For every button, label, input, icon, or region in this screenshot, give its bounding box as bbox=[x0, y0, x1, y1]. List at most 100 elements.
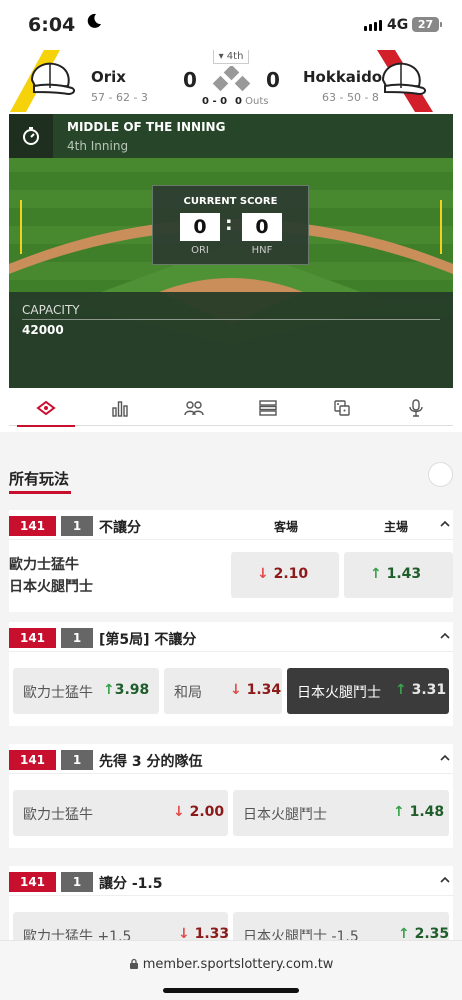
market-title: 不讓分 bbox=[99, 520, 141, 536]
game-tabbar bbox=[9, 390, 453, 427]
selection-name: 和局 bbox=[174, 685, 202, 701]
inning-indicator: ▾ 4th bbox=[213, 50, 249, 64]
away-column-header: 客場 bbox=[274, 520, 299, 534]
home-column-header: 主場 bbox=[384, 520, 409, 534]
selection-name: 歐力士猛牛 bbox=[23, 807, 93, 823]
field-icon bbox=[36, 400, 56, 416]
game-number-badge: 1 bbox=[61, 516, 93, 536]
section-toggle[interactable] bbox=[428, 462, 453, 487]
divider bbox=[22, 319, 440, 320]
odds-button-draw[interactable]: 和局 ↓ 1.34 bbox=[164, 668, 282, 714]
inning-state-bar: MIDDLE OF THE INNING 4th Inning bbox=[9, 114, 453, 158]
selection-name: 日本火腿鬥士 bbox=[297, 685, 381, 701]
odds-button-away[interactable]: 歐力士猛牛 ↑3.98 bbox=[13, 668, 159, 714]
odds-value: ↑ 3.31 bbox=[395, 682, 447, 698]
game-number-badge: 1 bbox=[61, 750, 93, 770]
market-card-5th-inning: 141 1 [第5局] 不讓分 歐力士猛牛 ↑3.98 和局 ↓ 1.34 日本… bbox=[9, 622, 453, 726]
chevron-up-icon[interactable] bbox=[439, 874, 451, 886]
odds-button-home-selected[interactable]: 日本火腿鬥士 ↑ 3.31 bbox=[287, 668, 449, 714]
timer-icon bbox=[9, 114, 53, 158]
score-header: Orix 57 - 62 - 3 0 ▾ 4th 0 - 0 0 Outs 0 … bbox=[0, 50, 462, 114]
odds-value: ↓ 2.10 bbox=[257, 566, 309, 582]
section-title: 所有玩法 bbox=[9, 470, 70, 488]
market-card-first-to-3: 141 1 先得 3 分的隊伍 歐力士猛牛 ↓ 2.00 日本火腿鬥士 ↑ 1.… bbox=[9, 744, 453, 848]
current-score-box: CURRENT SCORE 0 : 0 ORI HNF bbox=[152, 185, 309, 265]
market-title: 讓分 -1.5 bbox=[99, 876, 163, 892]
tab-dice[interactable] bbox=[305, 390, 379, 426]
league-code-badge: 141 bbox=[9, 750, 56, 770]
market-card-moneyline: 141 1 不讓分 客場 主場 歐力士猛牛 日本火腿鬥士 ↓ 2.10 ↑ 1.… bbox=[9, 510, 453, 612]
home-score: 0 bbox=[266, 68, 280, 92]
capacity-panel: CAPACITY 42000 bbox=[9, 292, 453, 388]
away-team-record: 57 - 62 - 3 bbox=[91, 91, 148, 104]
market-header[interactable]: 141 1 [第5局] 不讓分 bbox=[9, 622, 453, 652]
score-separator: : bbox=[225, 213, 233, 235]
chevron-up-icon[interactable] bbox=[439, 752, 451, 764]
home-team-logo bbox=[377, 50, 433, 112]
league-code-badge: 141 bbox=[9, 516, 56, 536]
tab-commentary[interactable] bbox=[379, 390, 453, 426]
browser-url-bar[interactable]: member.sportslottery.com.tw bbox=[0, 940, 462, 1000]
section-underline bbox=[9, 491, 71, 494]
odds-value: ↓ 2.00 bbox=[173, 804, 225, 820]
market-header[interactable]: 141 1 讓分 -1.5 bbox=[9, 866, 453, 896]
game-number-badge: 1 bbox=[61, 872, 93, 892]
stats-icon bbox=[112, 401, 128, 417]
away-team-name: Orix bbox=[91, 68, 126, 86]
market-header[interactable]: 141 1 先得 3 分的隊伍 bbox=[9, 744, 453, 774]
current-away-score: 0 bbox=[180, 213, 220, 241]
home-abbr: HNF bbox=[251, 245, 273, 256]
odds-button-home[interactable]: 日本火腿鬥士 ↑ 1.48 bbox=[233, 790, 449, 836]
url-text[interactable]: member.sportslottery.com.tw bbox=[0, 957, 462, 972]
chevron-up-icon[interactable] bbox=[439, 630, 451, 642]
signal-icon bbox=[364, 20, 382, 31]
team-b-name: 日本火腿鬥士 bbox=[9, 579, 93, 595]
chevron-up-icon[interactable] bbox=[439, 518, 451, 530]
bases-icon bbox=[212, 66, 251, 92]
market-title: 先得 3 分的隊伍 bbox=[99, 754, 203, 770]
ball-strike-count: 0 - 0 bbox=[202, 96, 228, 107]
away-score: 0 bbox=[183, 68, 197, 92]
network-label: 4G bbox=[387, 17, 409, 33]
tab-field[interactable] bbox=[9, 390, 83, 427]
outs-count: 0 Outs bbox=[235, 96, 269, 107]
mic-icon bbox=[409, 399, 423, 417]
status-time: 6:04 bbox=[28, 14, 76, 36]
odds-button-away[interactable]: 歐力士猛牛 ↓ 2.00 bbox=[13, 790, 228, 836]
inning-state-subtitle: 4th Inning bbox=[67, 139, 129, 153]
market-card-run-line: 141 1 讓分 -1.5 歐力士猛牛 +1.5 ↓ 1.33 日本火腿鬥士 -… bbox=[9, 866, 453, 958]
market-title: [第5局] 不讓分 bbox=[99, 632, 197, 648]
status-bar: 6:04 4G 27 bbox=[0, 0, 462, 50]
tab-list[interactable] bbox=[231, 390, 305, 426]
away-team-logo bbox=[10, 50, 76, 112]
odds-button-home[interactable]: ↑ 1.43 bbox=[344, 552, 453, 598]
odds-value: ↑3.98 bbox=[103, 682, 150, 698]
home-indicator[interactable] bbox=[163, 988, 299, 993]
moon-icon bbox=[87, 13, 101, 28]
odds-button-away[interactable]: ↓ 2.10 bbox=[231, 552, 339, 598]
dice-icon bbox=[334, 400, 350, 416]
tab-lineup[interactable] bbox=[157, 390, 231, 426]
capacity-label: CAPACITY bbox=[22, 303, 80, 317]
tab-stats[interactable] bbox=[83, 390, 157, 426]
odds-value: ↑ 1.48 bbox=[393, 804, 445, 820]
odds-value: ↓ 1.34 bbox=[230, 682, 282, 698]
teams-list: 歐力士猛牛 日本火腿鬥士 bbox=[9, 554, 93, 598]
selection-name: 歐力士猛牛 bbox=[23, 685, 93, 701]
lineup-icon bbox=[184, 401, 204, 416]
selection-name: 日本火腿鬥士 bbox=[243, 807, 327, 823]
current-home-score: 0 bbox=[242, 213, 282, 241]
inning-state-title: MIDDLE OF THE INNING bbox=[67, 120, 226, 134]
game-number-badge: 1 bbox=[61, 628, 93, 648]
ballpark-view: MIDDLE OF THE INNING 4th Inning CURRENT … bbox=[9, 114, 453, 388]
capacity-value: 42000 bbox=[22, 323, 64, 337]
lock-icon bbox=[129, 958, 138, 969]
market-header[interactable]: 141 1 不讓分 客場 主場 bbox=[9, 510, 453, 540]
battery-icon: 27 bbox=[412, 17, 442, 32]
league-code-badge: 141 bbox=[9, 872, 56, 892]
odds-value: ↑ 1.43 bbox=[370, 566, 422, 582]
current-score-title: CURRENT SCORE bbox=[183, 196, 278, 207]
away-abbr: ORI bbox=[191, 245, 209, 256]
list-icon bbox=[259, 400, 277, 416]
league-code-badge: 141 bbox=[9, 628, 56, 648]
